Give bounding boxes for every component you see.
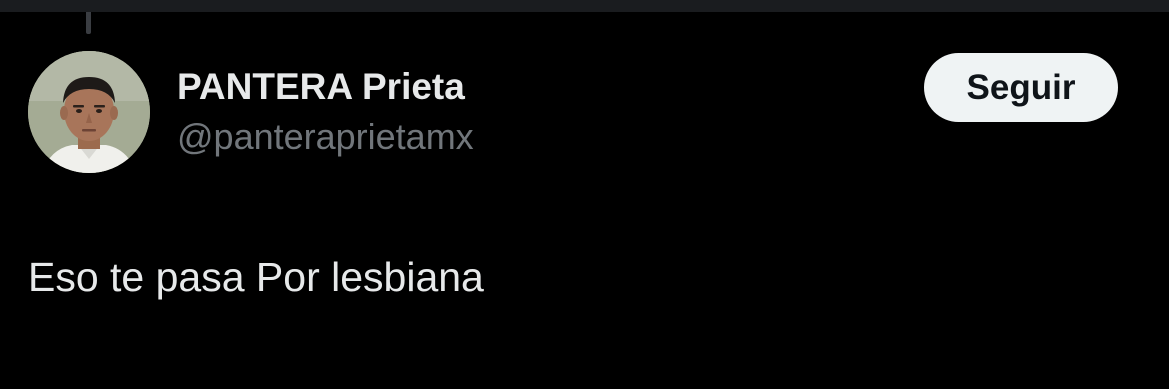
top-divider (0, 0, 1169, 12)
thread-connector-line (86, 12, 91, 34)
user-info: PANTERA Prieta @panteraprietamx (177, 64, 474, 160)
tweet-text: Eso te pasa Por lesbiana (28, 254, 484, 300)
user-handle[interactable]: @panteraprietamx (177, 114, 474, 160)
avatar-photo-icon (28, 51, 150, 173)
display-name[interactable]: PANTERA Prieta (177, 64, 474, 110)
avatar[interactable] (28, 51, 150, 173)
follow-button[interactable]: Seguir (924, 53, 1118, 122)
